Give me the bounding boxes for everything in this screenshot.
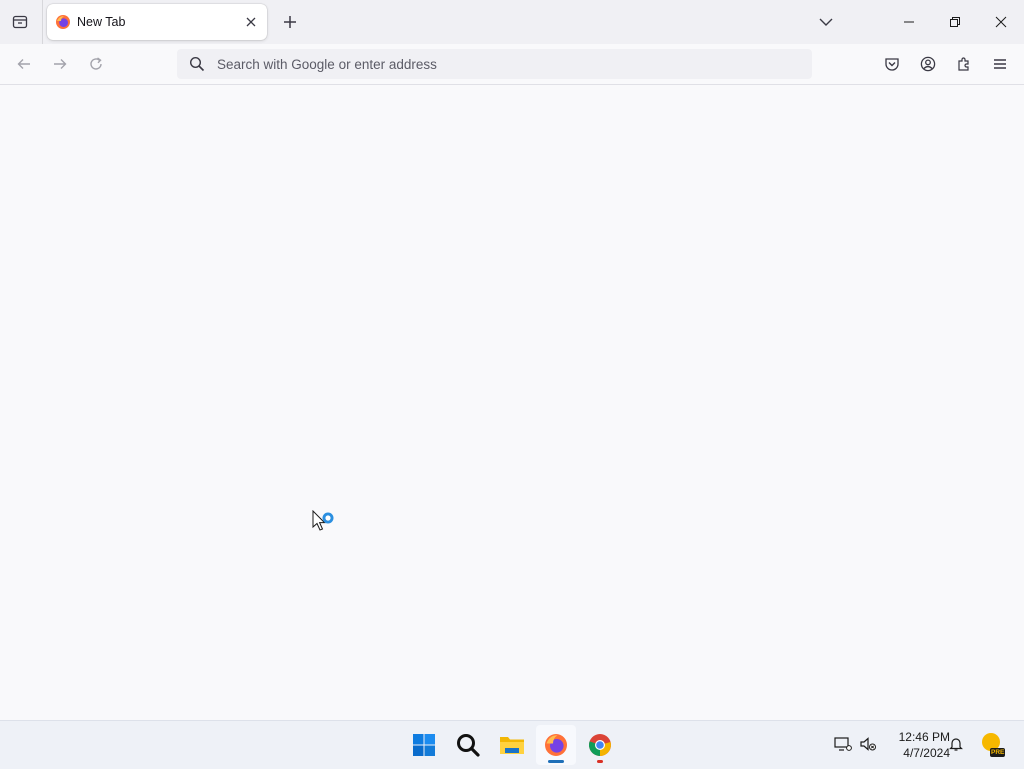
account-icon xyxy=(920,56,936,72)
tab-close-button[interactable] xyxy=(241,12,261,32)
firefox-icon xyxy=(56,15,70,29)
firefox-icon xyxy=(545,734,567,756)
tab-strip: New Tab xyxy=(0,0,1024,44)
taskbar-file-explorer[interactable] xyxy=(492,725,532,765)
tray-network-button[interactable] xyxy=(832,733,854,755)
back-button[interactable] xyxy=(10,50,38,78)
tray-notifications-button[interactable] xyxy=(945,733,967,755)
extensions-icon xyxy=(958,57,969,71)
clock-date: 4/7/2024 xyxy=(903,746,950,760)
page-content xyxy=(0,85,1024,720)
reload-button[interactable] xyxy=(82,50,110,78)
close-icon xyxy=(995,16,1007,28)
plus-icon xyxy=(284,16,296,28)
tab-title: New Tab xyxy=(77,15,126,29)
tab-new-tab[interactable]: New Tab xyxy=(47,4,267,40)
firefox-view-icon xyxy=(12,15,28,29)
weather-badge-text: PRE xyxy=(991,749,1005,756)
search-icon xyxy=(457,734,480,757)
firefox-view-button[interactable] xyxy=(6,8,34,36)
taskbar: 12:46 PM 4/7/2024 PRE xyxy=(0,720,1024,769)
reload-icon xyxy=(90,57,102,70)
clock-time: 12:46 PM xyxy=(898,730,950,744)
close-window-button[interactable] xyxy=(978,0,1024,44)
minimize-button[interactable] xyxy=(886,0,932,44)
hamburger-menu-icon xyxy=(994,59,1006,69)
arrow-left-icon xyxy=(17,59,30,69)
taskbar-firefox[interactable] xyxy=(536,725,576,765)
tray-volume-button[interactable] xyxy=(857,733,879,755)
address-input[interactable] xyxy=(217,49,797,79)
pocket-button[interactable] xyxy=(878,50,906,78)
account-button[interactable] xyxy=(914,50,942,78)
arrow-right-icon xyxy=(54,59,67,69)
taskbar-firefox-active-indicator xyxy=(548,760,564,763)
chrome-icon xyxy=(588,734,611,756)
busy-cursor-icon xyxy=(312,510,334,531)
app-menu-button[interactable] xyxy=(986,50,1014,78)
restore-button[interactable] xyxy=(932,0,978,44)
folder-icon xyxy=(500,737,524,754)
extensions-button[interactable] xyxy=(950,50,978,78)
pocket-icon xyxy=(885,58,899,71)
bell-icon xyxy=(949,738,963,751)
tray-weather-widget[interactable]: PRE xyxy=(980,731,1006,759)
chevron-down-icon xyxy=(819,18,833,26)
close-icon xyxy=(246,17,256,27)
taskbar-chrome[interactable] xyxy=(580,725,620,765)
taskbar-clock[interactable]: 12:46 PM 4/7/2024 xyxy=(882,729,950,761)
tab-strip-divider xyxy=(42,0,43,44)
windows-start-icon xyxy=(413,734,435,756)
taskbar-start-button[interactable] xyxy=(404,725,444,765)
network-icon xyxy=(834,737,852,751)
search-icon xyxy=(189,56,205,72)
taskbar-search-button[interactable] xyxy=(448,725,488,765)
list-all-tabs-button[interactable] xyxy=(812,8,840,36)
address-bar[interactable] xyxy=(177,49,812,79)
navigation-toolbar xyxy=(0,44,1024,85)
restore-icon xyxy=(950,17,960,27)
forward-button[interactable] xyxy=(46,50,74,78)
taskbar-chrome-running-indicator xyxy=(597,760,603,763)
minimize-icon xyxy=(904,21,914,23)
new-tab-button[interactable] xyxy=(276,8,304,36)
volume-muted-icon xyxy=(860,737,876,751)
